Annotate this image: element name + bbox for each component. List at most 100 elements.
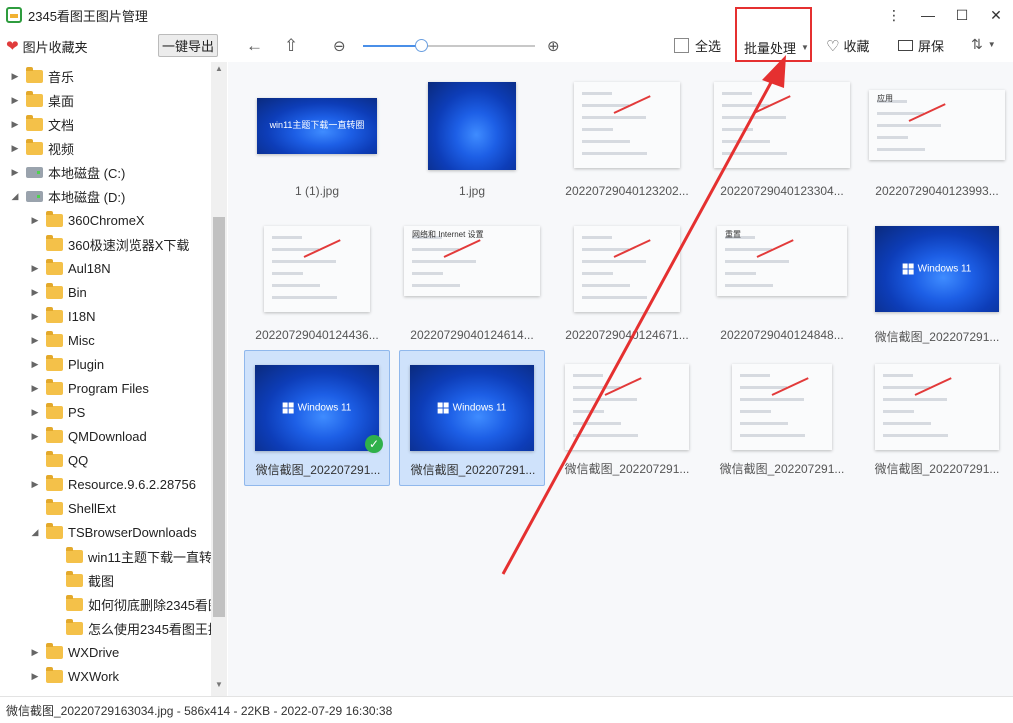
scroll-up-icon[interactable]: ▲	[211, 64, 227, 78]
export-button[interactable]: 一键导出	[158, 34, 218, 57]
tree-item[interactable]: ▶ 本地磁盘 (C:)	[10, 160, 126, 184]
tree-item[interactable]: ▶如何彻底删除2345看图王	[50, 592, 226, 616]
ui-mock-line	[722, 152, 787, 155]
chevron-right-icon[interactable]: ▶	[10, 119, 20, 130]
zoom-handle[interactable]	[415, 39, 429, 52]
menu-button[interactable]: ⋮	[877, 0, 911, 30]
folder-icon	[46, 306, 63, 323]
tree-item[interactable]: ▶ Aul18N	[30, 256, 111, 280]
thumbnail-tile[interactable]: Windows 11 微信截图_202207291...	[864, 212, 1010, 348]
tree-item[interactable]: ▶ 视频	[10, 136, 74, 160]
thumbnail-tile[interactable]: Windows 11 ✓ 微信截图_202207291...	[244, 350, 390, 486]
thumbnail-tile[interactable]: 微信截图_202207291...	[864, 350, 1010, 486]
chevron-right-icon[interactable]: ▶	[10, 95, 20, 106]
screensaver-button[interactable]: 屏保	[898, 36, 944, 55]
folder-icon	[46, 282, 63, 299]
thumbnail-tile[interactable]: 20220729040124436...	[244, 212, 390, 348]
ui-mock-line	[573, 422, 621, 425]
tree-item[interactable]: ◢ TSBrowserDownloads	[30, 520, 197, 544]
thumbnail-tile[interactable]: win11主题下载一直转圈 1 (1).jpg	[244, 68, 390, 204]
select-all-checkbox[interactable]: 全选	[674, 36, 721, 55]
chevron-right-icon[interactable]: ▶	[30, 311, 40, 322]
close-button[interactable]: ✕	[979, 0, 1013, 30]
tree-item[interactable]: ▶ Misc	[30, 328, 95, 352]
chevron-right-icon[interactable]: ▶	[30, 407, 40, 418]
thumbnail-image	[264, 226, 370, 312]
tree-item[interactable]: ▶ 音乐	[10, 64, 74, 88]
checkbox-box[interactable]	[674, 38, 689, 53]
collect-button[interactable]: ♡ 收藏	[826, 36, 869, 55]
chevron-right-icon[interactable]: ▶	[30, 263, 40, 274]
sort-button[interactable]: ⇅ ▼	[971, 36, 996, 53]
zoom-in-icon[interactable]: ⊕	[547, 37, 560, 55]
ui-mock-line	[722, 104, 769, 107]
up-folder-icon[interactable]: ⇧	[284, 36, 298, 56]
tree-item[interactable]: ▶ 桌面	[10, 88, 74, 112]
zoom-out-icon[interactable]: ⊖	[333, 37, 346, 55]
tree-item[interactable]: ▶ PS	[30, 400, 85, 424]
tree-item-label: Misc	[68, 332, 95, 348]
thumbnail-tile[interactable]: 网络和 Internet 设置 20220729040124614...	[399, 212, 545, 348]
folder-tree[interactable]: ▶ 音乐 ▶ 桌面 ▶ 文档 ▶ 视频 ▶ 本地磁盘 (C:) ◢ 本地磁盘 (D:) ▶ 360Chro…	[0, 62, 227, 696]
thumbnail-tile[interactable]: 1.jpg	[399, 68, 545, 204]
chevron-right-icon[interactable]: ▶	[10, 143, 20, 154]
tree-item[interactable]: ▶ WXDrive	[30, 640, 119, 664]
chevron-right-icon[interactable]: ▶	[10, 167, 20, 178]
thumbnail-tile[interactable]: 重置 20220729040124848...	[709, 212, 855, 348]
tree-item[interactable]: ◢ 本地磁盘 (D:)	[10, 184, 126, 208]
chevron-down-icon[interactable]: ◢	[10, 191, 20, 202]
tree-item[interactable]: ▶怎么使用2345看图王把图	[50, 616, 226, 640]
ui-mock-line	[883, 422, 931, 425]
thumbnail-tile[interactable]: 20220729040123202...	[554, 68, 700, 204]
chevron-right-icon[interactable]: ▶	[30, 335, 40, 346]
scroll-down-icon[interactable]: ▼	[211, 680, 227, 694]
tree-item-label: 音乐	[48, 69, 75, 85]
chevron-right-icon[interactable]: ▶	[30, 431, 40, 442]
thumbnail-tile[interactable]: 20220729040124671...	[554, 212, 700, 348]
tree-item[interactable]: ▶QQ	[30, 448, 88, 472]
thumbnail-tile[interactable]: 微信截图_202207291...	[554, 350, 700, 486]
scrollbar-thumb[interactable]	[213, 217, 225, 617]
batch-process-button[interactable]: 批量处理 ▼	[744, 38, 809, 57]
maximize-button[interactable]: ☐	[945, 0, 979, 30]
tree-item[interactable]: ▶ Bin	[30, 280, 87, 304]
tree-item[interactable]: ▶ 文档	[10, 112, 74, 136]
tree-item[interactable]: ▶ I18N	[30, 304, 95, 328]
select-all-label: 全选	[695, 39, 722, 54]
tree-item[interactable]: ▶ Program Files	[30, 376, 149, 400]
chevron-right-icon[interactable]: ▶	[30, 671, 40, 682]
tree-item[interactable]: ▶360极速浏览器X下载	[30, 232, 189, 256]
sidebar-scrollbar[interactable]: ▲ ▼	[211, 62, 227, 696]
chevron-right-icon[interactable]: ▶	[10, 71, 20, 82]
thumbnail-tile[interactable]: 应用 20220729040123993...	[864, 68, 1010, 204]
tree-item[interactable]: ▶win11主题下载一直转圈	[50, 544, 225, 568]
tree-item-label: QMDownload	[68, 428, 147, 444]
ui-mock-line	[582, 260, 646, 263]
zoom-slider[interactable]	[363, 39, 535, 52]
folder-icon	[66, 546, 83, 563]
tree-item[interactable]: ▶ WXWork	[30, 664, 119, 688]
chevron-right-icon[interactable]: ▶	[30, 647, 40, 658]
minimize-button[interactable]: —	[911, 0, 945, 30]
chevron-right-icon[interactable]: ▶	[30, 215, 40, 226]
favorites-link[interactable]: ❤ 图片收藏夹	[6, 37, 88, 56]
chevron-down-icon[interactable]: ◢	[30, 527, 40, 538]
ui-mock-line	[740, 386, 787, 389]
tree-item[interactable]: ▶ Resource.9.6.2.28756	[30, 472, 196, 496]
tree-item[interactable]: ▶ QMDownload	[30, 424, 147, 448]
tree-item[interactable]: ▶ Plugin	[30, 352, 104, 376]
tree-item-label: Resource.9.6.2.28756	[68, 476, 196, 492]
thumbnail-image: 重置	[717, 226, 847, 296]
thumbnail-tile[interactable]: Windows 11 微信截图_202207291...	[399, 350, 545, 486]
tree-item[interactable]: ▶ShellExt	[30, 496, 116, 520]
thumbnail-tile[interactable]: 微信截图_202207291...	[709, 350, 855, 486]
chevron-right-icon[interactable]: ▶	[30, 479, 40, 490]
chevron-right-icon[interactable]: ▶	[30, 359, 40, 370]
chevron-right-icon[interactable]: ▶	[30, 383, 40, 394]
chevron-right-icon[interactable]: ▶	[30, 287, 40, 298]
back-arrow-icon[interactable]: ←	[246, 36, 263, 56]
tree-item[interactable]: ▶截图	[50, 568, 114, 592]
thumbnail-tile[interactable]: 20220729040123304...	[709, 68, 855, 204]
tree-item[interactable]: ▶ 360ChromeX	[30, 208, 145, 232]
thumbnail-overlay-text: 重置	[725, 230, 741, 239]
